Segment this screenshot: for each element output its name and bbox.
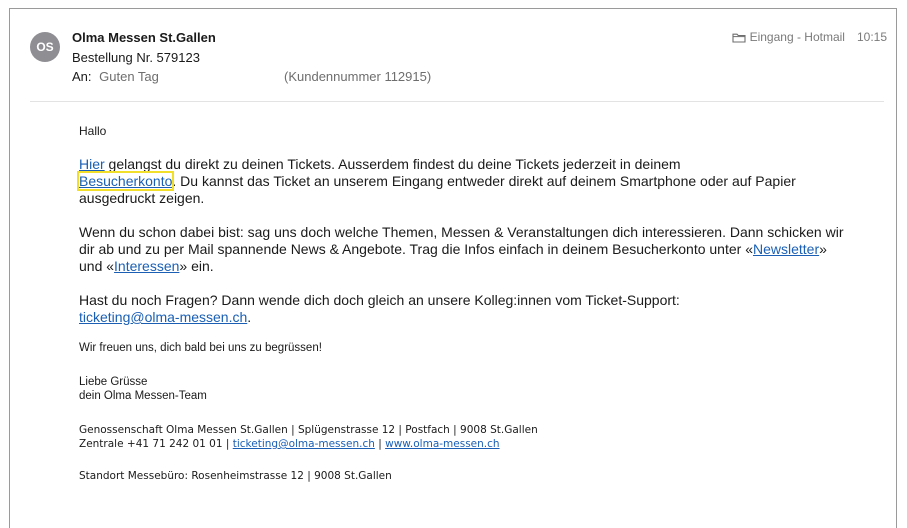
footer-email-link[interactable]: ticketing@olma-messen.ch xyxy=(233,438,375,450)
folder-name[interactable]: Eingang - Hotmail xyxy=(750,30,845,44)
mail-meta: Eingang - Hotmail 10:15 xyxy=(732,30,887,44)
recipient-row: An: Guten Tag (Kundennummer 112915) xyxy=(72,69,431,84)
link-besucherkonto[interactable]: Besucherkonto xyxy=(76,171,175,191)
link-support-email[interactable]: ticketing@olma-messen.ch xyxy=(79,309,247,325)
greeting: Hallo xyxy=(79,124,107,138)
link-newsletter[interactable]: Newsletter xyxy=(753,241,819,257)
paragraph-support: Hast du noch Fragen? Dann wende dich doc… xyxy=(79,292,849,326)
footer-address: Genossenschaft Olma Messen St.Gallen | S… xyxy=(79,423,849,451)
text: . xyxy=(247,309,252,325)
closing-line: Wir freuen uns, dich bald bei uns zu beg… xyxy=(79,342,322,354)
to-label: An: xyxy=(72,69,92,84)
text: . Du kannst das Ticket an unserem Eingan… xyxy=(79,173,796,206)
footer-phone: Zentrale +41 71 242 01 01 | xyxy=(79,438,233,450)
avatar: OS xyxy=(30,32,60,62)
sender-name[interactable]: Olma Messen St.Gallen xyxy=(72,30,216,45)
signoff: Liebe Grüsse dein Olma Messen-Team xyxy=(79,375,849,403)
text: gelangst du direkt zu deinen Tickets. Au… xyxy=(104,156,681,172)
link-hier[interactable]: Hier xyxy=(79,156,105,172)
email-subject: Bestellung Nr. 579123 xyxy=(72,50,200,65)
customer-number: (Kundennummer 112915) xyxy=(284,69,432,84)
paragraph-tickets: Hier gelangst du direkt zu deinen Ticket… xyxy=(76,156,849,207)
header-divider xyxy=(30,101,884,102)
text: Wenn du schon dabei bist: sag uns doch w… xyxy=(79,224,844,257)
separator: | xyxy=(374,438,386,450)
text: » ein. xyxy=(179,258,214,274)
signoff-greeting: Liebe Grüsse xyxy=(79,376,148,388)
recipient-name[interactable]: Guten Tag xyxy=(99,69,159,84)
folder-icon xyxy=(732,33,746,43)
link-interessen[interactable]: Interessen xyxy=(114,258,179,274)
paragraph-newsletter: Wenn du schon dabei bist: sag uns doch w… xyxy=(79,224,849,275)
footer-line: Genossenschaft Olma Messen St.Gallen | S… xyxy=(79,424,538,436)
footer-location: Standort Messebüro: Rosenheimstrasse 12 … xyxy=(79,470,392,482)
timestamp: 10:15 xyxy=(856,30,887,44)
footer-web-link[interactable]: www.olma-messen.ch xyxy=(385,438,499,450)
signoff-team: dein Olma Messen-Team xyxy=(79,390,207,402)
email-body: Hallo Hier gelangst du direkt zu deinen … xyxy=(76,124,849,483)
text: Hast du noch Fragen? Dann wende dich doc… xyxy=(79,292,680,308)
